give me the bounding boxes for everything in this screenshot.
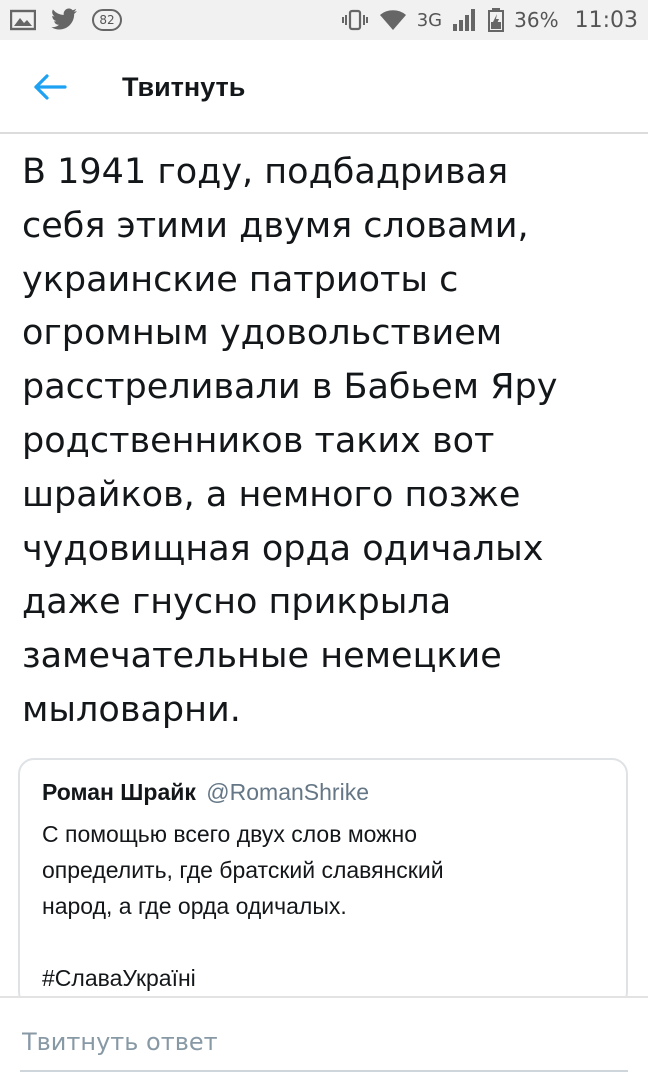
- quoted-author-handle: @RomanShrike: [206, 779, 369, 805]
- status-bar: 82 3G 36% 11:03: [0, 0, 648, 40]
- reply-underline: [20, 1070, 628, 1072]
- notification-count-badge: 82: [92, 9, 122, 31]
- network-type: 3G: [416, 9, 443, 31]
- arrow-left-icon: [33, 73, 67, 106]
- tweet-text: В 1941 году, подбадривая себя этими двум…: [22, 152, 558, 730]
- back-button[interactable]: [32, 73, 68, 106]
- status-left: 82: [10, 8, 122, 32]
- quoted-tweet-hashtag[interactable]: #СлаваУкраїні: [42, 960, 612, 996]
- reply-input[interactable]: [22, 1022, 622, 1062]
- page-title: Твитнуть: [122, 72, 246, 102]
- signal-icon: [452, 8, 478, 32]
- status-right: 3G 36% 11:03: [341, 8, 638, 33]
- clock: 11:03: [574, 7, 638, 33]
- quoted-tweet-body: С помощью всего двух слов можно определи…: [42, 816, 612, 996]
- wifi-icon: [379, 9, 407, 31]
- app-header: Твитнуть: [0, 40, 648, 134]
- screen: 82 3G 36% 11:03 Твитнуть В 1941 году, по…: [0, 0, 648, 1080]
- reply-bar: [0, 996, 648, 1080]
- gallery-icon: [10, 9, 36, 31]
- quoted-tweet-line: народ, а где орда одичалых.: [42, 893, 347, 919]
- quoted-tweet-line: определить, где братский славянский: [42, 857, 444, 883]
- quoted-tweet-line: С помощью всего двух слов можно: [42, 821, 418, 847]
- twitter-bird-icon: [50, 8, 78, 32]
- battery-percent: 36%: [514, 8, 559, 32]
- quoted-tweet-spacer: [42, 924, 612, 960]
- quoted-author-name: Роман Шрайк: [42, 779, 196, 805]
- vibrate-icon: [341, 9, 369, 31]
- quoted-tweet-card[interactable]: Роман Шрайк @RomanShrike С помощью всего…: [18, 758, 628, 1008]
- battery-icon: [488, 8, 505, 32]
- quoted-tweet-header: Роман Шрайк @RomanShrike: [42, 778, 369, 806]
